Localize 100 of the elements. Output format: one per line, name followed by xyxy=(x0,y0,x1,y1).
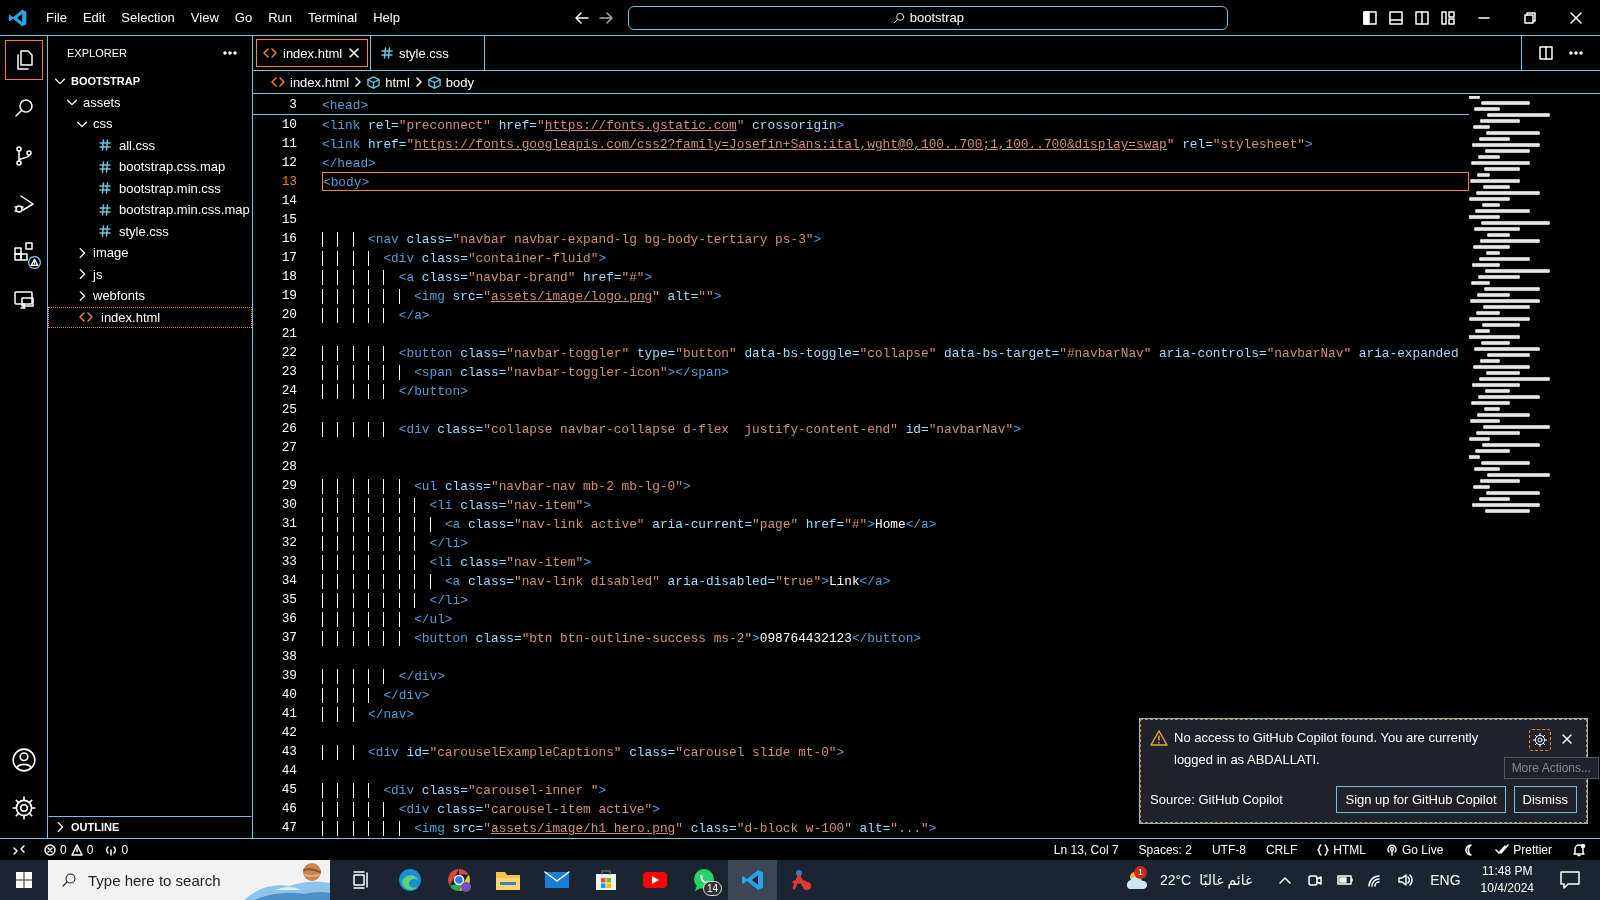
tree-item[interactable]: bootstrap.min.css xyxy=(48,177,252,199)
folder-header[interactable]: BOOTSTRAP xyxy=(48,70,252,92)
temperature: 22°C xyxy=(1159,872,1192,888)
tree-item[interactable]: index.html xyxy=(48,306,252,328)
status-item[interactable]: Spaces: 2 xyxy=(1132,839,1198,860)
battery-icon xyxy=(1337,872,1354,888)
chat-box-icon xyxy=(1559,869,1581,891)
warning-icon xyxy=(1150,729,1168,747)
warning-icon xyxy=(70,843,83,856)
ports-button[interactable]: 0 xyxy=(99,839,135,860)
status-item[interactable]: Ln 13, Col 7 xyxy=(1047,839,1125,860)
search-icon[interactable] xyxy=(891,10,906,25)
taskbar-app[interactable]: 14 xyxy=(679,860,728,900)
line-number: 35 xyxy=(280,592,297,607)
line-number: 29 xyxy=(280,478,297,493)
line-number: 16 xyxy=(280,231,297,246)
cube-icon xyxy=(427,75,441,89)
action-button[interactable]: Dismiss xyxy=(1513,786,1577,813)
code-line: </div> xyxy=(322,685,1469,704)
breadcrumb-item[interactable]: body xyxy=(427,74,474,90)
settings-icon[interactable] xyxy=(10,795,37,821)
line-number: 30 xyxy=(280,497,297,512)
menu-item[interactable]: Edit xyxy=(74,5,114,30)
editor-tab[interactable]: style.css xyxy=(371,36,485,70)
line-number: 28 xyxy=(280,459,297,474)
code-line: </ul> xyxy=(322,609,1469,628)
menu-item[interactable]: Terminal xyxy=(300,5,366,30)
tree-item[interactable]: bootstrap.min.css.map xyxy=(48,199,252,221)
tree-item[interactable]: assets xyxy=(48,91,252,113)
chevron-icon xyxy=(413,77,424,87)
folder-icon xyxy=(494,869,521,891)
status-item[interactable]: CRLF xyxy=(1259,839,1304,860)
tree-item[interactable]: webfonts xyxy=(48,285,252,307)
activity-tab[interactable] xyxy=(4,40,43,80)
tree-item[interactable]: all.css xyxy=(48,134,252,156)
back-arrow-icon[interactable] xyxy=(573,9,590,26)
status-item[interactable]: UTF-8 xyxy=(1205,839,1252,860)
windows-logo-icon xyxy=(15,871,33,889)
status-item[interactable]: Prettier xyxy=(1489,839,1558,860)
line-number: 43 xyxy=(280,744,297,759)
layout-icon[interactable] xyxy=(1440,9,1456,26)
menu-item[interactable]: View xyxy=(182,5,227,30)
tree-item[interactable]: image xyxy=(48,242,252,264)
tree-item[interactable]: bootstrap.css.map xyxy=(48,156,252,178)
status-item[interactable]: HTML xyxy=(1311,839,1372,860)
tree-item[interactable]: style.css xyxy=(48,220,252,242)
split-editor-icon[interactable] xyxy=(1538,45,1554,61)
error-icon xyxy=(44,843,56,856)
breadcrumb-item[interactable]: html xyxy=(367,74,410,90)
line-number: 31 xyxy=(280,516,297,531)
split-panel-icon[interactable] xyxy=(1414,9,1430,26)
hash-icon xyxy=(99,225,111,238)
line-number: 18 xyxy=(280,269,297,284)
line-number: 39 xyxy=(280,668,297,683)
language-button[interactable]: ENG xyxy=(1424,860,1467,900)
menu-item[interactable]: Run xyxy=(260,5,300,30)
code-line: <li class="nav-item"> xyxy=(322,495,1469,514)
editor-tab[interactable]: index.html xyxy=(253,36,371,70)
status-item[interactable]: Go Live xyxy=(1379,839,1450,860)
code-line: <ul class="navbar-nav mb-2 mb-lg-0"> xyxy=(322,476,1469,495)
breadcrumb-item[interactable]: index.html xyxy=(271,74,350,90)
line-number: 20 xyxy=(280,307,297,322)
search-icon xyxy=(60,871,78,889)
code-line: <head> xyxy=(322,96,370,114)
code-line: <li class="nav-item"> xyxy=(322,552,1469,571)
code-line: </nav> xyxy=(322,704,1469,723)
tree-item[interactable]: css xyxy=(48,113,252,135)
run-debug-icon[interactable] xyxy=(11,192,36,216)
monitor-chat-icon[interactable] xyxy=(11,288,36,312)
code-line: <link href="https://fonts.googleapis.com/css2?family=Josefin+Sans:ital,wght@0,100..700;1,100..700&display=swap" rel="stylesheet"> xyxy=(322,136,1314,153)
gear-button[interactable] xyxy=(1529,729,1551,751)
command-center[interactable]: bootstrap xyxy=(627,5,1228,30)
action-button[interactable]: Sign up for GitHub Copilot xyxy=(1336,786,1506,813)
tree-item[interactable]: js xyxy=(48,263,252,285)
forward-arrow-icon[interactable] xyxy=(597,9,614,26)
line-number: 45 xyxy=(280,782,297,797)
problems-button[interactable]: 0 0 xyxy=(38,839,100,860)
extensions-icon[interactable] xyxy=(11,240,36,264)
sidebar-toggle-icon[interactable] xyxy=(1362,9,1378,26)
envelope-icon xyxy=(543,870,570,890)
restore-icon[interactable] xyxy=(1522,9,1538,26)
hash-icon xyxy=(99,160,111,173)
line-number: 37 xyxy=(280,630,297,645)
line-number: 24 xyxy=(280,383,297,398)
menu-item[interactable]: Help xyxy=(365,5,408,30)
clock-button[interactable]: 11:48 PM 10/4/2024 xyxy=(1474,860,1540,900)
line-number: 22 xyxy=(280,345,297,360)
volume-icon xyxy=(1397,872,1414,888)
menu-item[interactable]: Go xyxy=(226,5,261,30)
menu-item[interactable]: File xyxy=(38,5,75,30)
close-icon[interactable] xyxy=(348,47,361,59)
hash-icon xyxy=(381,47,393,59)
task-view-icon xyxy=(350,870,371,890)
menu-item[interactable]: Selection xyxy=(113,5,183,30)
close-icon[interactable] xyxy=(1568,9,1584,26)
panel-toggle-icon[interactable] xyxy=(1388,9,1404,26)
line-number: 14 xyxy=(280,193,297,208)
weather-text: غائم غالبًا xyxy=(1199,872,1253,888)
search-box[interactable]: Type here to search xyxy=(48,860,330,900)
account-icon[interactable] xyxy=(10,747,37,773)
